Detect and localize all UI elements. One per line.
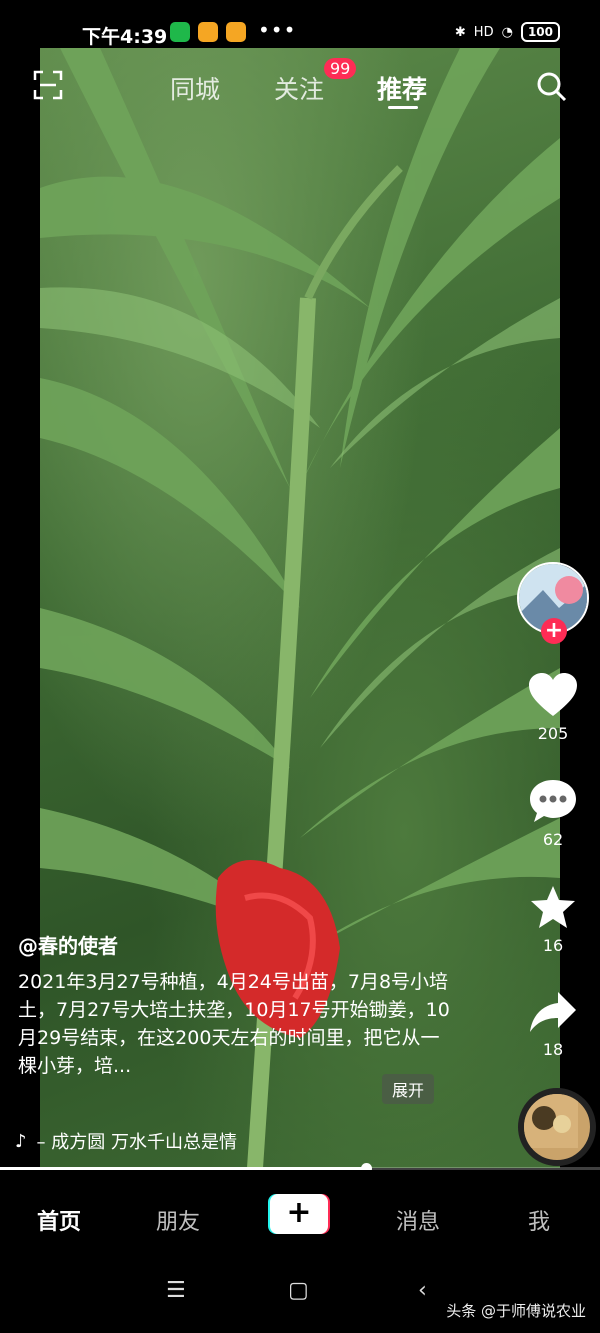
like-button[interactable]: 205: [520, 672, 586, 743]
tab-nearby[interactable]: 同城: [170, 70, 220, 106]
nav-messages[interactable]: 消息: [396, 1204, 440, 1236]
music-info[interactable]: ♪ – 成方圆 万水千山总是情: [15, 1128, 237, 1154]
music-disc-cover: [524, 1094, 578, 1148]
battery-indicator: 100: [520, 22, 560, 42]
music-title: – 成方圆 万水千山总是情: [36, 1132, 237, 1153]
expand-caption-button[interactable]: 展开: [382, 1074, 435, 1104]
follow-plus-button[interactable]: +: [541, 618, 567, 644]
heart-icon: [529, 673, 577, 716]
star-icon: [531, 886, 575, 928]
active-tab-indicator: [388, 106, 418, 109]
author-name[interactable]: @春的使者: [18, 930, 118, 959]
status-icons: ✱ HD ◔ 100: [455, 22, 560, 42]
author-avatar[interactable]: +: [517, 562, 589, 644]
following-badge: 99: [324, 58, 357, 79]
nav-home[interactable]: 首页: [37, 1204, 81, 1236]
create-button[interactable]: +: [268, 1194, 330, 1236]
more-notifications: •••: [258, 18, 297, 42]
menu-icon[interactable]: ☰: [166, 1278, 186, 1303]
video-caption: 2021年3月27号种植，4月24号出苗，7月8号小培土，7月27号大培土扶垄，…: [18, 971, 450, 1077]
share-button[interactable]: 18: [520, 990, 586, 1059]
share-count: 18: [542, 1040, 564, 1059]
nav-me[interactable]: 我: [528, 1204, 550, 1236]
wifi-icon: ◔: [501, 24, 513, 40]
bluetooth-icon: ✱: [454, 24, 466, 40]
comment-icon: [530, 780, 576, 822]
plus-icon: +: [270, 1194, 328, 1234]
watermark: 头条 @于师傅说农业: [446, 1302, 586, 1320]
like-count: 205: [537, 724, 569, 743]
wechat-icon: [170, 22, 190, 42]
comment-count: 62: [542, 830, 564, 849]
tab-recommended[interactable]: 推荐: [377, 70, 427, 106]
favorite-count: 16: [542, 936, 564, 955]
scan-icon[interactable]: [33, 70, 63, 100]
search-icon[interactable]: [535, 70, 567, 102]
status-bar: 下午4:39 ••• ✱ HD ◔ 100: [0, 0, 600, 48]
favorite-button[interactable]: 16: [520, 884, 586, 955]
system-navigation: ☰ ▢ ‹: [0, 1262, 600, 1333]
back-icon[interactable]: ‹: [418, 1278, 427, 1303]
comment-button[interactable]: 62: [520, 778, 586, 849]
home-square-icon[interactable]: ▢: [288, 1278, 309, 1303]
signal-icon: HD: [473, 24, 494, 40]
bottom-navigation: 首页 朋友 + 消息 我: [0, 1170, 600, 1262]
music-disc[interactable]: [518, 1088, 596, 1166]
nav-friends[interactable]: 朋友: [156, 1204, 200, 1236]
notification-app-icon: [198, 22, 218, 42]
top-navigation: 同城 关注 99 推荐: [0, 58, 600, 118]
music-note-icon: ♪: [15, 1130, 27, 1152]
tab-following[interactable]: 关注: [274, 70, 324, 106]
share-arrow-icon: [530, 992, 576, 1032]
clock: 下午4:39: [82, 26, 168, 48]
notification-app-icon: [226, 22, 246, 42]
